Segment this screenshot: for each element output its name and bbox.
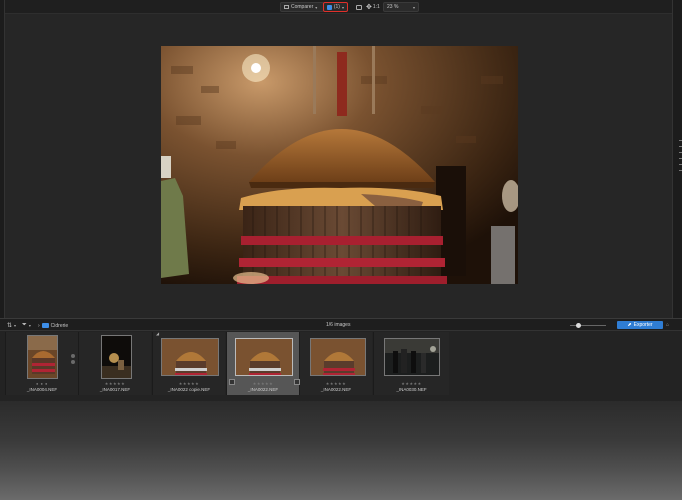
thumbnail-image bbox=[101, 335, 132, 379]
desktop-background bbox=[0, 401, 682, 500]
rating-stars[interactable]: ★★★★★ bbox=[227, 381, 299, 386]
image-count: 1/6 images bbox=[326, 322, 351, 328]
export-icon: ⬈ bbox=[627, 322, 632, 328]
single-view-icon bbox=[327, 4, 332, 10]
filmstrip-toolbar: ⇅ ▾ ⏷ ▾ › Cidrerie 1/6 images ⬈ Exporter… bbox=[0, 318, 682, 331]
thumbnail-filename: _INA0022 copie.NEF bbox=[167, 387, 211, 392]
thumbnail-filename: _INA0017.NEF bbox=[99, 387, 131, 392]
chevron-down-icon: ▾ bbox=[14, 323, 17, 328]
single-view-mode-button[interactable]: (1) ▾ bbox=[323, 2, 348, 12]
thumbnail-filename: _INA0030.NEF bbox=[396, 387, 427, 392]
rating-stars[interactable]: ★★★★★ bbox=[153, 381, 225, 386]
viewer-toolbar: Comparer ▾ (1) ▾ ✥ 1:1 23 % ▾ bbox=[5, 0, 672, 14]
chevron-down-icon: ▾ bbox=[28, 323, 31, 328]
chevron-down-icon: ▾ bbox=[341, 4, 344, 10]
thumbnail-item-selected[interactable]: ★★★★★ _INA0022.NEF bbox=[226, 332, 299, 395]
rating-dots[interactable]: ● ● ● bbox=[6, 381, 78, 386]
thumbnail-image bbox=[235, 338, 293, 376]
thumbnail-image bbox=[161, 338, 219, 376]
thumbnail-item[interactable]: ★★★★★ _INA0017.NEF bbox=[78, 332, 151, 395]
thumbnail-item[interactable]: ★★★★★ _INA0030.NEF bbox=[373, 332, 449, 395]
slider-knob[interactable] bbox=[576, 323, 581, 328]
photo-editor-window: Comparer ▾ (1) ▾ ✥ 1:1 23 % ▾ ⇅ ▾ ⏷ ▾ › … bbox=[0, 0, 682, 500]
export-label: Exporter bbox=[633, 322, 653, 328]
thumbnail-image bbox=[384, 338, 440, 376]
lock-icon[interactable]: ⌂ bbox=[666, 322, 669, 328]
thumbnail-item[interactable]: ★★★★★ _INA0022.NEF bbox=[294, 332, 372, 395]
actual-size-button[interactable]: ✥ 1:1 bbox=[366, 2, 380, 12]
filter-button[interactable]: ⏷ ▾ bbox=[22, 321, 31, 330]
folder-icon bbox=[41, 323, 49, 328]
chevron-right-icon: › bbox=[38, 322, 40, 329]
sort-icon: ⇅ bbox=[7, 323, 13, 329]
select-checkbox[interactable] bbox=[229, 379, 235, 385]
sort-button[interactable]: ⇅ ▾ bbox=[7, 321, 16, 330]
flag-icon: ◢ bbox=[156, 331, 160, 336]
color-label-icon[interactable] bbox=[71, 354, 75, 358]
add-to-selection-box[interactable] bbox=[294, 379, 300, 385]
export-button[interactable]: ⬈ Exporter bbox=[617, 321, 663, 329]
thumbnail-image bbox=[27, 335, 58, 379]
folder-name: Cidrerie bbox=[50, 322, 69, 329]
fit-screen-button[interactable] bbox=[356, 2, 362, 12]
thumbnail-filename: _INA0022.NEF bbox=[247, 387, 279, 392]
thumbnail-size-slider[interactable] bbox=[570, 323, 606, 328]
chevron-down-icon: ▾ bbox=[315, 4, 318, 10]
compare-button[interactable]: Comparer ▾ bbox=[280, 2, 324, 12]
folder-breadcrumb[interactable]: › Cidrerie bbox=[38, 321, 68, 330]
color-label-icon[interactable] bbox=[71, 360, 75, 364]
rating-stars[interactable]: ★★★★★ bbox=[374, 381, 449, 386]
chevron-down-icon: ▾ bbox=[412, 4, 415, 10]
thumbnail-filename: _INA0022.NEF bbox=[320, 387, 352, 392]
move-icon: ✥ bbox=[366, 3, 372, 11]
thumbnail-image bbox=[310, 338, 366, 376]
rating-stars[interactable]: ★★★★★ bbox=[300, 381, 372, 386]
view-mode-label: (1) bbox=[333, 4, 340, 10]
compare-icon bbox=[284, 5, 289, 9]
thumbnail-item[interactable]: ◢ ★★★★★ _INA0022 copie.NEF bbox=[152, 331, 225, 395]
compare-label: Comparer bbox=[291, 4, 314, 10]
rating-stars[interactable]: ★★★★★ bbox=[79, 381, 151, 386]
right-panel-edge[interactable] bbox=[672, 0, 682, 318]
main-photo[interactable] bbox=[161, 46, 518, 284]
fit-screen-icon bbox=[356, 4, 362, 10]
zoom-select[interactable]: 23 % ▾ bbox=[383, 2, 419, 12]
ratio-label: 1:1 bbox=[372, 4, 380, 10]
zoom-value: 23 % bbox=[387, 4, 399, 10]
filter-icon: ⏷ bbox=[22, 322, 27, 328]
thumbnail-item[interactable]: ● ● ● _INA0004.NEF bbox=[5, 332, 78, 395]
filmstrip: ● ● ● _INA0004.NEF ★★★★★ _INA0017.NEF ◢ … bbox=[0, 331, 682, 401]
thumbnail-filename: _INA0004.NEF bbox=[26, 387, 58, 392]
